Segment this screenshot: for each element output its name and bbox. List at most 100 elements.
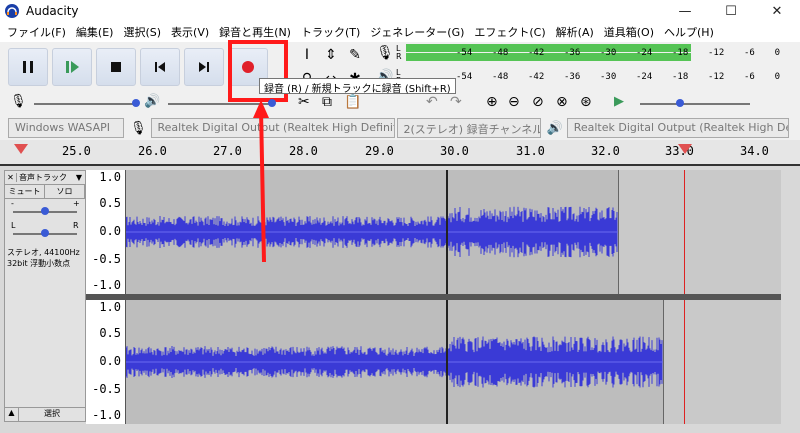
play-head-marker-left [14,144,28,154]
pause-button[interactable] [8,48,48,86]
ruler-label: 28.0 [289,144,318,158]
ruler-label: 25.0 [62,144,91,158]
play-at-speed-icon[interactable]: ▶ [614,94,624,109]
solo-button[interactable]: ソロ [45,185,85,198]
scrollbar-gutter[interactable] [781,170,800,424]
ibeam-icon: I [304,47,310,63]
menu-tracks[interactable]: トラック(T) [296,24,365,40]
vertical-ruler-right: 1.0 0.5 0.0 -0.5 -1.0 [86,300,126,424]
record-volume-slider[interactable] [34,103,138,105]
mute-button[interactable]: ミュート [5,185,45,198]
fit-selection-icon[interactable]: ⊘ [532,94,544,110]
paste-icon[interactable]: 📋 [344,94,361,110]
waveform-right-channel[interactable] [126,300,781,424]
clip-boundary [446,300,448,424]
redo-icon[interactable]: ↷ [450,94,462,110]
play-icon [66,61,79,73]
record-meter[interactable]: 🎙 LR -54 -48 -42 -36 -30 -24 -18 -12 -6 0 [374,42,800,64]
envelope-icon: ⇕ [325,47,337,63]
selection-tool[interactable]: I [296,44,318,66]
playback-volume-knob[interactable] [268,99,276,107]
close-button[interactable]: ✕ [754,0,800,22]
minimize-button[interactable]: — [662,0,708,22]
waveform [126,336,663,388]
menu-file[interactable]: ファイル(F) [2,24,71,40]
play-button[interactable] [52,48,92,86]
playback-device-select[interactable]: Realtek Digital Output (Realtek High Def… [566,118,789,138]
zoom-out-icon[interactable]: ⊖ [508,94,520,110]
title-bar: Audacity — ☐ ✕ [0,0,800,22]
clip-end [663,300,664,424]
play-speed-knob[interactable] [676,99,684,107]
ruler-label: 32.0 [591,144,620,158]
edit-cursor [684,300,685,424]
record-meter-ticks: -54 -48 -42 -36 -30 -24 -18 -12 -6 0 [456,48,780,58]
pan-left-label: L [11,221,16,230]
playback-meter-ticks: -54 -48 -42 -36 -30 -24 -18 -12 -6 0 [456,72,780,82]
ruler-label: 30.0 [440,144,469,158]
envelope-tool[interactable]: ⇕ [320,44,342,66]
menu-transport[interactable]: 録音と再生(N) [214,24,296,40]
zoom-in-icon[interactable]: ⊕ [486,94,498,110]
menu-generate[interactable]: ジェネレーター(G) [365,24,469,40]
device-toolbar: Windows WASAPI 🎙 Realtek Digital Output … [0,116,800,140]
select-track-button[interactable]: 選択 [19,408,85,421]
lr-label: LR [396,44,402,61]
gain-plus-label: + [73,199,80,208]
skip-to-end-icon [199,62,209,72]
menu-tools[interactable]: 道具箱(O) [599,24,659,40]
pan-knob[interactable] [41,229,49,237]
microphone-icon: 🎙 [10,94,27,109]
menu-view[interactable]: 表示(V) [166,24,214,40]
speaker-icon: 🔊 [144,94,161,109]
clip-end [618,170,619,294]
waveform [126,206,618,258]
menu-analyze[interactable]: 解析(A) [551,24,599,40]
skip-to-start-button[interactable] [140,48,180,86]
audio-host-select[interactable]: Windows WASAPI [8,118,124,138]
zoom-toggle-icon[interactable]: ⊛ [580,94,592,110]
timeline-ruler[interactable]: 25.0 26.0 27.0 28.0 29.0 30.0 31.0 32.0 … [0,140,800,164]
mixer-toolbar: 🎙 🔊 ✂ ⧉ 📋 ↶ ↷ ⊕ ⊖ ⊘ ⊗ ⊛ ▶ [0,92,800,116]
record-volume-knob[interactable] [132,99,140,107]
menu-help[interactable]: ヘルプ(H) [659,24,719,40]
skip-to-start-icon [155,62,165,72]
recording-channels-select[interactable]: 2(ステレオ) 録音チャンネル [396,118,541,138]
track-panel: ✕ 音声トラック ▼ ミュート ソロ - + L R ステレオ, 44100Hz… [0,164,800,433]
play-head-marker [678,144,692,154]
gain-knob[interactable] [41,207,49,215]
play-speed-slider[interactable] [640,103,750,105]
playback-volume-slider[interactable] [168,103,272,105]
track-info: ステレオ, 44100Hz 32bit 浮動小数点 [5,243,85,273]
copy-icon[interactable]: ⧉ [322,94,332,110]
speaker-icon: 🔊 [546,120,563,136]
dropdown-arrow-icon[interactable]: ▼ [73,173,85,182]
microphone-icon: 🎙 [130,120,147,136]
ruler-label: 26.0 [138,144,167,158]
cut-icon[interactable]: ✂ [298,94,310,110]
fit-project-icon[interactable]: ⊗ [556,94,568,110]
maximize-button[interactable]: ☐ [708,0,754,22]
menu-select[interactable]: 選択(S) [118,24,166,40]
menu-bar: ファイル(F) 編集(E) 選択(S) 表示(V) 録音と再生(N) トラック(… [0,22,800,42]
pan-slider-row: L R [5,221,85,243]
close-track-icon[interactable]: ✕ [5,173,17,182]
ruler-label: 34.0 [740,144,769,158]
track-name-menu[interactable]: 音声トラック [17,172,73,183]
track-footer: ▲ 選択 [5,407,85,421]
draw-tool[interactable]: ✎ [344,44,366,66]
track-control-panel: ✕ 音声トラック ▼ ミュート ソロ - + L R ステレオ, 44100Hz… [4,170,86,422]
menu-edit[interactable]: 編集(E) [71,24,119,40]
skip-to-end-button[interactable] [184,48,224,86]
ruler-label: 27.0 [213,144,242,158]
gain-minus-label: - [11,199,14,208]
gain-slider-row: - + [5,199,85,221]
recording-device-select[interactable]: Realtek Digital Output (Realtek High Def… [150,118,395,138]
collapse-track-icon[interactable]: ▲ [5,408,19,421]
waveform-left-channel[interactable] [126,170,781,294]
stop-button[interactable] [96,48,136,86]
ruler-label: 29.0 [365,144,394,158]
undo-icon[interactable]: ↶ [426,94,438,110]
edit-cursor [684,170,685,294]
menu-effect[interactable]: エフェクト(C) [469,24,550,40]
